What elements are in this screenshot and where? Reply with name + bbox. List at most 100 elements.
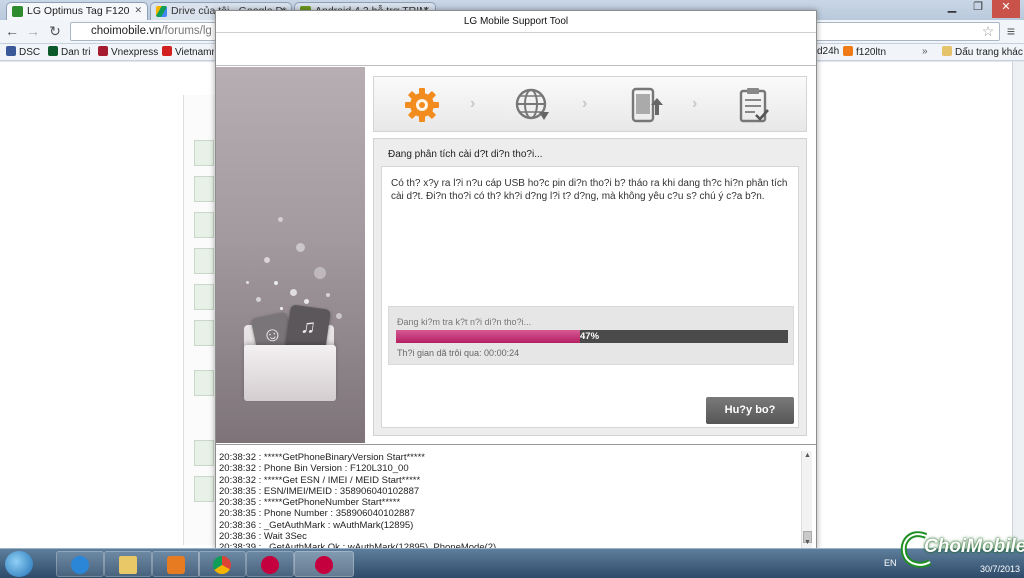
chevron-right-icon: › bbox=[582, 95, 588, 112]
scroll-up-icon[interactable]: ▲ bbox=[803, 452, 812, 461]
avatar bbox=[194, 476, 214, 502]
step-indicator: › › › bbox=[373, 76, 807, 132]
log-line: 20:38:32 : *****GetPhoneBinaryVersion St… bbox=[219, 452, 425, 463]
chevron-right-icon: › bbox=[470, 95, 476, 112]
close-icon[interactable]: ✕ bbox=[134, 5, 142, 16]
avatar bbox=[194, 140, 214, 166]
maximize-icon[interactable]: ❐ bbox=[966, 0, 990, 18]
choimobile-watermark-logo: ChoiMobile bbox=[900, 530, 1024, 570]
log-line: 20:38:36 : Wait 3Sec bbox=[219, 531, 307, 543]
tab-label: LG Optimus Tag F120 bbox=[27, 5, 130, 17]
back-icon[interactable]: ← bbox=[4, 23, 20, 39]
log-panel: 20:38:32 : *****GetPhoneBinaryVersion St… bbox=[216, 444, 816, 550]
url-path: /forums/lg bbox=[161, 25, 212, 37]
progress-section: Ðang ki?m tra k?t n?i di?n tho?i... 47% … bbox=[388, 306, 794, 365]
dialog-header-area bbox=[216, 33, 816, 66]
dialog-title: LG Mobile Support Tool bbox=[216, 11, 816, 33]
bookmark-label: Vietnamnet bbox=[175, 47, 214, 58]
taskbar: EN 30/7/2013 bbox=[0, 548, 1024, 578]
chevron-right-icon: › bbox=[692, 95, 698, 112]
bookmark-dantri[interactable]: Dan tri bbox=[48, 46, 90, 58]
progress-bar: 47% bbox=[396, 330, 788, 343]
avatar bbox=[194, 176, 214, 202]
watermark-text: ChoiMobile bbox=[924, 536, 1024, 557]
log-line: 20:38:32 : Phone Bin Version : F120L310_… bbox=[219, 463, 409, 475]
page-right-column bbox=[816, 62, 1024, 548]
log-scrollbar[interactable]: ▲ ▼ bbox=[801, 451, 812, 549]
lg-icon bbox=[315, 556, 333, 574]
scroll-down-icon[interactable]: ▼ bbox=[803, 539, 812, 548]
bookmark-label: d24h bbox=[817, 46, 840, 57]
taskbar-ie[interactable] bbox=[56, 551, 104, 577]
site-favicon-icon bbox=[12, 6, 23, 17]
bookmark-label: Dấu trang khác bbox=[955, 47, 1023, 58]
other-bookmarks[interactable]: Dấu trang khác bbox=[942, 46, 1023, 58]
window-close-icon[interactable]: ✕ bbox=[992, 0, 1020, 18]
avatar bbox=[194, 212, 214, 238]
log-line: 20:38:35 : *****GetPhoneNumber Start****… bbox=[219, 497, 401, 509]
bookmarks-overflow-icon[interactable]: » bbox=[922, 46, 928, 57]
avatar bbox=[194, 284, 214, 310]
progress-fill bbox=[396, 330, 581, 343]
lg-support-dialog: LG Mobile Support Tool ☺ ♫ › › › Đang ph… bbox=[215, 10, 817, 550]
bookmark-icon bbox=[162, 46, 172, 56]
taskbar-lg-1[interactable] bbox=[246, 551, 294, 577]
reload-icon[interactable]: ↻ bbox=[47, 23, 63, 39]
log-list: 20:38:32 : *****GetPhoneBinaryVersion St… bbox=[219, 452, 801, 550]
page-scrollbar[interactable] bbox=[1012, 62, 1024, 548]
avatar bbox=[194, 370, 214, 396]
forward-icon[interactable]: → bbox=[25, 23, 41, 39]
taskbar-lg-2[interactable] bbox=[294, 551, 354, 577]
language-indicator[interactable]: EN bbox=[884, 558, 897, 568]
log-line: 20:38:35 : ESN/IMEI/MEID : 3589060401028… bbox=[219, 485, 420, 497]
star-icon[interactable]: ☆ bbox=[980, 23, 996, 39]
status-heading: Đang phân tích cài d?t di?n tho?i... bbox=[388, 149, 543, 160]
folder-icon bbox=[942, 46, 952, 56]
drive-icon bbox=[156, 6, 167, 17]
avatar bbox=[194, 440, 214, 466]
folder-front-graphic bbox=[244, 345, 336, 401]
bookmark-icon bbox=[98, 46, 108, 56]
internet-explorer-icon bbox=[71, 556, 89, 574]
warning-message: Có th? x?y ra l?i n?u cáp USB ho?c pin d… bbox=[391, 178, 788, 202]
bookmark-label: Dan tri bbox=[61, 47, 91, 58]
menu-icon[interactable]: ≡ bbox=[1003, 23, 1019, 39]
dialog-main: › › › Đang phân tích cài d?t di?n tho?i.… bbox=[365, 67, 816, 443]
bookmark-f120ltn[interactable]: f120ltn bbox=[843, 46, 886, 58]
globe-download-icon bbox=[512, 85, 552, 125]
tab-lg-optimus[interactable]: LG Optimus Tag F120 ✕ bbox=[6, 2, 148, 20]
log-line: 20:38:36 : _GetAuthMark : wAuthMark(1289… bbox=[219, 519, 414, 531]
lg-icon bbox=[261, 556, 279, 574]
analysis-panel: Đang phân tích cài d?t di?n tho?i... Có … bbox=[373, 138, 807, 436]
log-line: 20:38:32 : *****Get ESN / IMEI / MEID St… bbox=[219, 474, 421, 486]
bookmark-icon bbox=[843, 46, 853, 56]
avatar bbox=[194, 248, 214, 274]
bookmark-label: f120ltn bbox=[856, 47, 887, 58]
bookmark-dsc[interactable]: DSC bbox=[6, 46, 40, 58]
side-illustration: ☺ ♫ bbox=[216, 67, 365, 443]
clipboard-check-icon bbox=[734, 85, 774, 125]
taskbar-explorer[interactable] bbox=[104, 551, 152, 577]
phone-upload-icon bbox=[624, 85, 664, 125]
bookmark-label: Vnexpress bbox=[111, 47, 159, 58]
bookmark-vnexpress[interactable]: Vnexpress bbox=[98, 46, 158, 58]
url-host: choimobile.vn bbox=[91, 25, 162, 37]
bookmark-d24h[interactable]: d24h bbox=[817, 46, 839, 57]
taskbar-chrome[interactable] bbox=[198, 551, 246, 577]
bookmark-icon bbox=[48, 46, 58, 56]
cancel-button[interactable]: Hu?y bo? bbox=[706, 397, 794, 424]
bookmark-icon bbox=[6, 46, 16, 56]
taskbar-media[interactable] bbox=[152, 551, 200, 577]
progress-percent: 47% bbox=[580, 331, 600, 342]
bookmark-label: DSC bbox=[19, 47, 41, 58]
chrome-icon bbox=[213, 556, 231, 574]
media-player-icon bbox=[167, 556, 185, 574]
progress-label: Ðang ki?m tra k?t n?i di?n tho?i... bbox=[397, 317, 532, 327]
log-line: 20:38:35 : Phone Number : 35890604010288… bbox=[219, 508, 415, 520]
bookmark-vietnamnet[interactable]: Vietnamnet bbox=[162, 46, 214, 58]
start-button[interactable] bbox=[5, 551, 33, 577]
elapsed-time: Th?i gian dã trôi qua: 00:00:24 bbox=[397, 348, 520, 358]
settings-gear-icon bbox=[402, 85, 442, 125]
avatar bbox=[194, 320, 214, 346]
minimize-icon[interactable]: ▁ bbox=[940, 0, 964, 18]
